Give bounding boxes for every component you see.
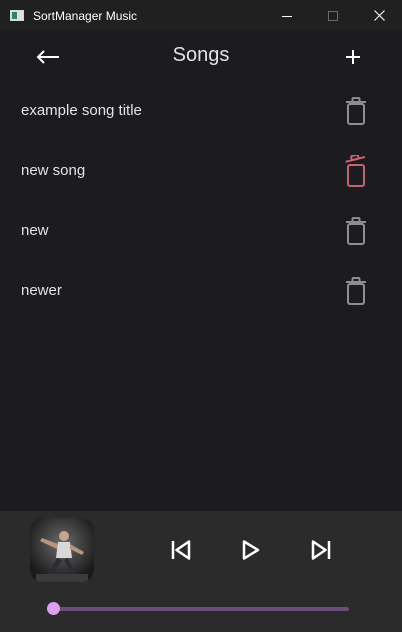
song-title: new [21, 221, 49, 239]
trash-icon [346, 97, 366, 125]
skip-next-button[interactable] [306, 535, 336, 565]
close-button[interactable] [356, 0, 402, 31]
maximize-button[interactable] [310, 0, 356, 31]
app-bar: Songs [0, 31, 402, 81]
delete-song-button[interactable] [343, 95, 369, 127]
close-icon [373, 10, 385, 21]
window-titlebar: SortManager Music [0, 0, 402, 31]
delete-song-button[interactable] [343, 275, 369, 307]
delete-song-button[interactable] [343, 215, 369, 247]
song-list-item[interactable]: example song title [0, 80, 402, 140]
add-song-button[interactable] [336, 43, 370, 71]
window-controls [264, 0, 402, 31]
playback-progress-slider[interactable] [47, 601, 349, 617]
minimize-button[interactable] [264, 0, 310, 31]
now-playing-bar [0, 511, 402, 632]
trash-icon [346, 277, 366, 305]
song-list: example song title new song new newer [0, 80, 402, 320]
maximize-icon [328, 10, 338, 21]
window-title: SortManager Music [33, 8, 138, 23]
trash-icon [346, 217, 366, 245]
minimize-icon [282, 15, 292, 17]
song-title: example song title [21, 101, 142, 119]
progress-thumb[interactable] [47, 602, 60, 615]
song-list-item[interactable]: new [0, 200, 402, 260]
album-cover-art [30, 518, 94, 582]
song-title: newer [21, 281, 62, 299]
play-icon [242, 540, 260, 560]
play-button[interactable] [236, 535, 266, 565]
skip-previous-button[interactable] [166, 535, 196, 565]
album-cover-image[interactable] [30, 518, 94, 582]
song-list-item[interactable]: newer [0, 260, 402, 320]
song-list-item[interactable]: new song [0, 140, 402, 200]
skip-previous-icon [171, 540, 191, 560]
app-icon [10, 10, 24, 21]
delete-song-button[interactable] [343, 155, 369, 187]
progress-track [53, 607, 349, 611]
skip-next-icon [311, 540, 331, 560]
trash-icon [345, 155, 366, 187]
song-title: new song [21, 161, 86, 179]
plus-icon [346, 50, 360, 64]
